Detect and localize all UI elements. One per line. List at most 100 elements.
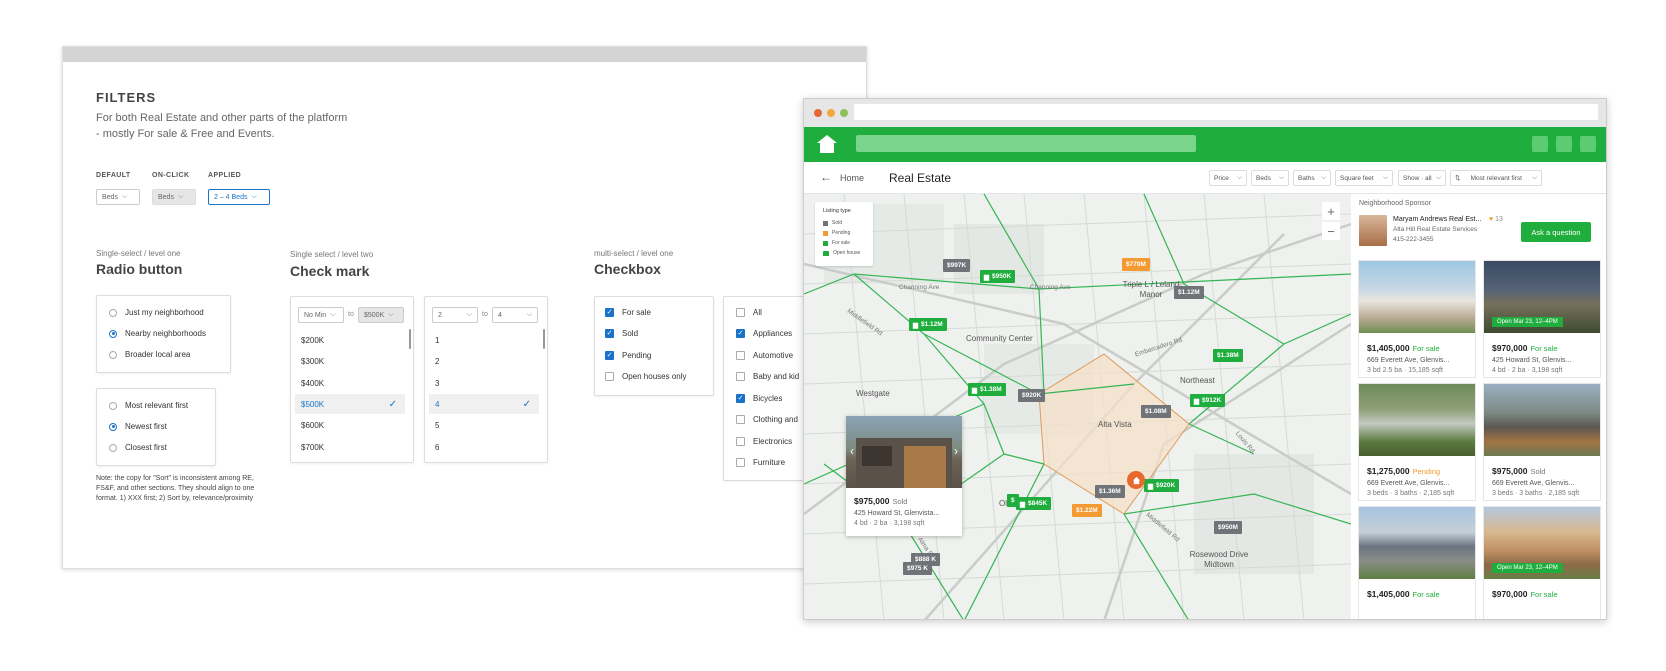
checkbox-option[interactable]: Furniture (736, 458, 785, 467)
beds-option-selected[interactable]: 4 ✓ (429, 394, 539, 414)
radio-option[interactable]: Newest first (109, 422, 167, 431)
price-max-select[interactable]: $500K ⌵ (358, 307, 404, 323)
checkbox-checked-icon: ✓ (736, 329, 745, 338)
listing-card[interactable]: $1,405,000 For sale 669 Everett Ave, Glen… (1358, 260, 1476, 378)
close-dot-icon[interactable] (814, 109, 822, 117)
map-pin-forsale[interactable]: ▆ $1.12M (909, 318, 947, 331)
beds-option[interactable]: 6 (429, 437, 539, 457)
beds-dropdown-default[interactable]: Beds ⌵ (96, 189, 140, 205)
radio-option[interactable]: Closest first (109, 443, 167, 452)
listing-card[interactable]: Open Mar 23, 12–4PM $970,000 For sale (1483, 506, 1601, 619)
checkbox-option[interactable]: ✓ Sold (605, 329, 638, 338)
map-pin-pending[interactable]: $1.22M (1072, 504, 1102, 517)
price-min-select[interactable]: No Min ⌵ (298, 307, 344, 323)
prev-photo-icon[interactable]: ‹ (850, 444, 854, 458)
map-pin-forsale[interactable]: ▆ $912K (1190, 394, 1226, 407)
map-listing-popup[interactable]: ‹ › $975,000 Sold 425 Howard St, Glenvist… (846, 416, 962, 536)
map-pin-forsale[interactable]: ▆ $1.38M (968, 383, 1006, 396)
back-arrow-icon[interactable]: ← (820, 170, 832, 184)
beds-option[interactable]: 1 (429, 330, 539, 350)
price-option[interactable]: $400K (295, 373, 405, 393)
checkbox-option[interactable]: Automotive (736, 351, 793, 360)
listing-address: 669 Everett Ave, Glenvis... (1367, 357, 1450, 364)
map-pin-sold[interactable]: $950M (1214, 521, 1242, 534)
map-pin-forsale[interactable]: ▆ $950K (980, 270, 1016, 283)
sqft-filter-button[interactable]: Square feet ⌵ (1335, 170, 1393, 186)
map-pin-sold[interactable]: $1.12M (1174, 286, 1204, 299)
checkbox-icon (736, 351, 745, 360)
listing-card[interactable]: $1,405,000 For sale (1358, 506, 1476, 619)
price-option-selected[interactable]: $500K ✓ (295, 394, 405, 414)
radio-option[interactable]: Nearby neighborhoods (109, 329, 206, 338)
filters-title: FILTERS (96, 90, 157, 105)
listing-card[interactable]: $975,000 Sold 669 Everett Ave, Glenvis...… (1483, 383, 1601, 501)
price-option[interactable]: $700K (295, 437, 405, 457)
checkbox-option[interactable]: ✓ For sale (605, 308, 651, 317)
map-pin-forsale[interactable]: ▆ $845K (1016, 497, 1052, 510)
listing-photo (1359, 384, 1475, 456)
price-option[interactable]: $600K (295, 415, 405, 435)
radio-option[interactable]: Broader local area (109, 350, 190, 359)
listing-price: $970,000 For sale (1492, 343, 1558, 353)
map-pin-sold[interactable]: $1.08M (1141, 405, 1171, 418)
url-bar[interactable] (854, 104, 1598, 120)
beds-dropdown-applied[interactable]: 2 – 4 Beds ⌵ (208, 189, 270, 205)
checkbox-option[interactable]: ✓ Bicycles (736, 394, 782, 403)
chevron-down-icon: ⌵ (1532, 174, 1537, 181)
radio-option[interactable]: Just my neighborhood (109, 308, 204, 317)
listings-map[interactable]: Listing type Sold Pending For sale Open … (804, 194, 1351, 619)
checkbox-option[interactable]: ✓ Pending (605, 351, 651, 360)
header-action-icon[interactable] (1532, 136, 1548, 152)
price-option[interactable]: $200K (295, 330, 405, 350)
checkbox-option[interactable]: All (736, 308, 762, 317)
home-logo-icon[interactable] (816, 134, 838, 154)
listing-card[interactable]: $1,275,000 Pending 669 Everett Ave, Glenv… (1358, 383, 1476, 501)
checkbox-option[interactable]: ✓ Appliances (736, 329, 792, 338)
beds-dropdown-onclick[interactable]: Beds ⌵ (152, 189, 196, 205)
map-pin-sold[interactable]: $997K (943, 259, 971, 272)
map-pin-sold[interactable]: $975 K (903, 562, 932, 575)
ask-question-button[interactable]: Ask a question (1521, 222, 1591, 242)
beds-min-select[interactable]: 2 ⌵ (432, 307, 478, 323)
back-home-link[interactable]: Home (840, 173, 864, 183)
checkbox-checked-icon: ✓ (605, 351, 614, 360)
map-pin-pending[interactable]: $770M (1122, 258, 1150, 271)
listing-card[interactable]: Open Mar 23, 12–4PM $970,000 For sale 425… (1483, 260, 1601, 378)
radio-option[interactable]: Most relevant first (109, 401, 188, 410)
filters-description-2: - mostly For sale & Free and Events. (96, 128, 275, 140)
search-input[interactable] (856, 135, 1196, 152)
beds-filter-button[interactable]: Beds ⌵ (1251, 170, 1289, 186)
beds-option[interactable]: 2 (429, 351, 539, 371)
sponsor-name[interactable]: Maryam Andrews Real Est... (1393, 216, 1481, 223)
price-option[interactable]: $300K (295, 351, 405, 371)
zoom-out-button[interactable]: − (1322, 222, 1340, 240)
baths-filter-button[interactable]: Baths ⌵ (1293, 170, 1331, 186)
map-pin-sold[interactable]: $1.36M (1095, 485, 1125, 498)
map-pin-forsale[interactable]: $1.38M (1213, 349, 1243, 362)
beds-option[interactable]: 3 (429, 373, 539, 393)
heart-icon[interactable]: ♥ (1489, 216, 1493, 223)
next-photo-icon[interactable]: › (954, 444, 958, 458)
header-action-icon[interactable] (1556, 136, 1572, 152)
checkbox-option[interactable]: Electronics (736, 437, 792, 446)
checkbox-option[interactable]: Open houses only (605, 372, 687, 381)
show-filter-button[interactable]: Show · all ⌵ (1398, 170, 1446, 186)
price-filter-button[interactable]: Price ⌵ (1209, 170, 1247, 186)
scrollbar[interactable] (409, 329, 411, 349)
zoom-in-button[interactable]: + (1322, 202, 1340, 220)
home-location-icon[interactable] (1127, 471, 1145, 489)
header-action-icon[interactable] (1580, 136, 1596, 152)
checkbox-option[interactable]: Baby and kid (736, 372, 799, 381)
listing-meta: 3 bd 2.5 ba · 15,185 sqft (1367, 367, 1443, 374)
listing-meta: 3 beds · 3 baths · 2,185 sqft (1492, 490, 1580, 497)
sort-button[interactable]: ⇅ Most relevant first ⌵ (1450, 170, 1542, 186)
maximize-dot-icon[interactable] (840, 109, 848, 117)
beds-max-select[interactable]: 4 ⌵ (492, 307, 538, 323)
checkbox-option[interactable]: Clothing and (736, 415, 798, 424)
map-pin-forsale[interactable]: ▆ $920K (1144, 479, 1180, 492)
sponsor-avatar[interactable] (1359, 215, 1387, 246)
scrollbar[interactable] (543, 329, 545, 349)
beds-option[interactable]: 5 (429, 415, 539, 435)
map-pin-sold[interactable]: $920K (1018, 389, 1046, 402)
minimize-dot-icon[interactable] (827, 109, 835, 117)
